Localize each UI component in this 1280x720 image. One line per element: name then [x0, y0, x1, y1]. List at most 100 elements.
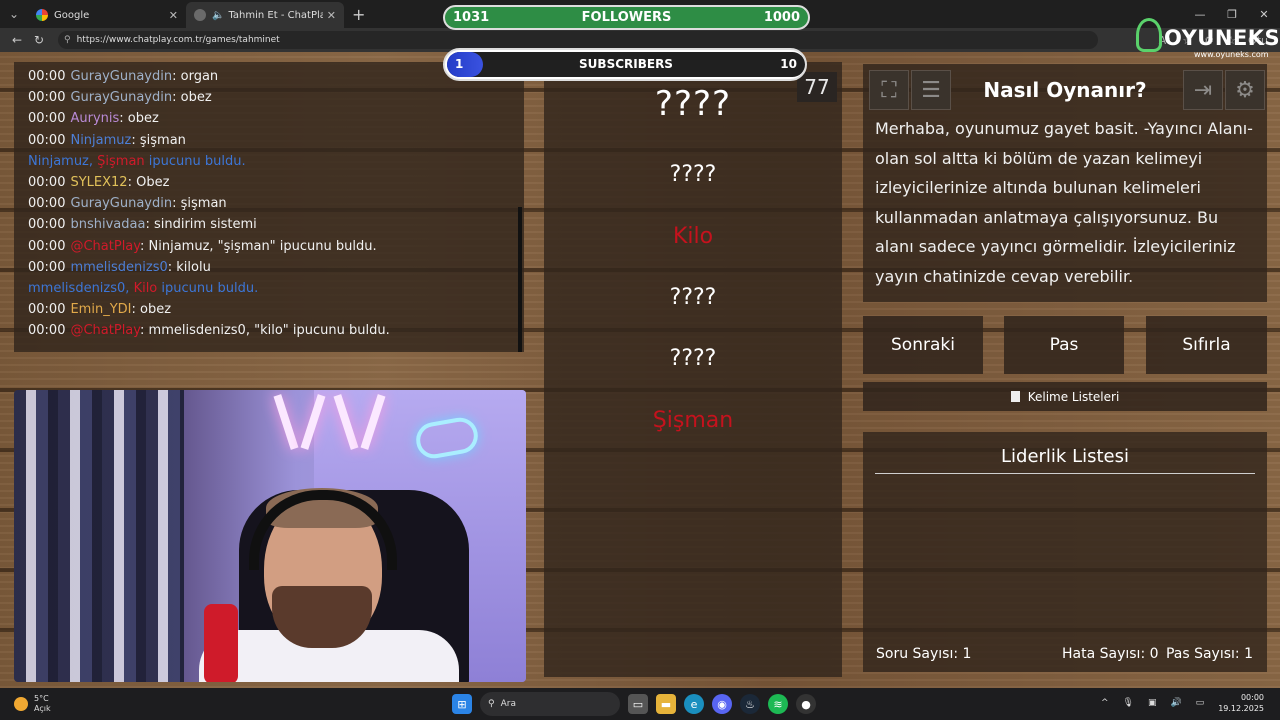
clock-date: 19.12.2025 — [1218, 704, 1264, 713]
url-field[interactable]: ⚲ https://www.chatplay.com.tr/games/tahm… — [58, 31, 1098, 49]
chat-username[interactable]: @ChatPlay — [70, 239, 140, 254]
chat-text: organ — [180, 69, 219, 84]
chat-separator: : — [140, 238, 149, 254]
discord-icon[interactable]: ◉ — [712, 694, 732, 714]
chat-separator: : — [172, 196, 181, 212]
word-lists-button[interactable]: Kelime Listeleri — [863, 382, 1267, 411]
chat-time: 00:00 — [28, 238, 66, 254]
chat-username[interactable]: @ChatPlay — [70, 323, 140, 338]
chat-message: 00:00 Aurynis: obez — [28, 108, 510, 129]
chat-time: 00:00 — [28, 196, 66, 212]
chat-time: 00:00 — [28, 217, 66, 233]
subscribers-label: SUBSCRIBERS — [579, 57, 673, 71]
system-text: mmelisdenizs0, — [28, 281, 134, 297]
speaker-icon[interactable]: 🔈 — [212, 10, 224, 21]
reset-button[interactable]: Sıfırla — [1146, 316, 1267, 374]
oyuneks-mascot-icon — [1136, 18, 1162, 52]
app-icon[interactable]: ● — [796, 694, 816, 714]
chat-time: 00:00 — [28, 302, 66, 318]
subscribers-goal: 10 — [780, 57, 797, 71]
tab-actions-icon[interactable]: ⌄ — [0, 0, 28, 28]
chat-message: 00:00 GurayGunaydin: şişman — [28, 193, 510, 214]
game-page: 00:00 GurayGunaydin: organ 00:00 GurayGunay… — [0, 52, 1280, 688]
chat-message: 00:00 GurayGunaydin: obez — [28, 87, 510, 108]
file-explorer-icon[interactable]: ▬ — [656, 694, 676, 714]
next-button[interactable]: Sonraki — [863, 316, 983, 374]
chat-scrollbar[interactable] — [518, 207, 522, 352]
followers-goal-bar: 1031 FOLLOWERS 1000 — [443, 5, 810, 30]
pass-count: Pas Sayısı: 1 — [1165, 646, 1253, 662]
tab-title: Tahmin Et - ChatPlay — [228, 9, 323, 21]
site-info-icon[interactable]: ⚲ — [64, 35, 71, 45]
leaderboard-title: Liderlik Listesi — [875, 446, 1255, 474]
system-clock[interactable]: 00:00 19.12.2025 — [1218, 692, 1264, 714]
chat-separator: : — [167, 259, 177, 275]
windows-start-icon[interactable]: ⊞ — [452, 694, 472, 714]
network-icon[interactable]: ▣ — [1148, 698, 1157, 708]
settings-gear-icon[interactable]: ⚙ — [1225, 70, 1265, 110]
chat-username[interactable]: Emin_YDI — [70, 302, 131, 317]
chat-message: 00:00 GurayGunaydin: organ — [28, 66, 510, 87]
search-placeholder: Ara — [500, 699, 516, 709]
pass-button[interactable]: Pas — [1004, 316, 1124, 374]
chat-separator: : — [140, 323, 149, 339]
taskbar-search[interactable]: ⚲ Ara — [480, 692, 620, 716]
weather-widget[interactable]: 5°C Açık — [0, 694, 51, 714]
chat-separator: : — [119, 111, 128, 127]
chat-username[interactable]: GurayGunaydin — [70, 90, 172, 105]
chat-text: şişman — [180, 196, 227, 212]
hint-word: Şişman — [652, 408, 734, 433]
how-to-play-title: Nasıl Oynanır? — [983, 78, 1147, 102]
followers-label: FOLLOWERS — [581, 10, 672, 25]
steam-icon[interactable]: ♨ — [740, 694, 760, 714]
tab-title: Google — [54, 9, 90, 21]
chat-time: 00:00 — [28, 132, 66, 148]
hint-word: ???? — [669, 162, 717, 187]
reload-icon[interactable]: ↻ — [28, 33, 50, 47]
tray-chevron-icon[interactable]: ^ — [1101, 698, 1109, 708]
tab-google[interactable]: Google ✕ — [28, 2, 186, 28]
webcam-feed — [14, 390, 526, 682]
microphone-icon[interactable]: 🎙 — [1123, 698, 1134, 708]
fullscreen-icon[interactable]: ⛶ — [869, 70, 909, 110]
close-icon[interactable]: ✕ — [169, 9, 178, 22]
chat-separator: : — [172, 69, 181, 84]
chat-text: sindirim sistemi — [153, 217, 257, 233]
chat-username[interactable]: GurayGunaydin — [70, 196, 172, 211]
chat-username[interactable]: GurayGunaydin — [70, 69, 172, 84]
task-view-icon[interactable]: ▭ — [628, 694, 648, 714]
logo-url: www.oyuneks.com — [1194, 50, 1269, 59]
spotify-icon[interactable]: ≋ — [768, 694, 788, 714]
clock-time: 00:00 — [1240, 693, 1264, 702]
edge-icon[interactable]: e — [684, 694, 704, 714]
chat-username[interactable]: bnshivadaa — [70, 217, 145, 232]
new-tab-button[interactable]: + — [352, 5, 365, 24]
back-icon[interactable]: ← — [6, 33, 28, 47]
chat-separator: : — [131, 132, 140, 148]
found-word: Kilo — [133, 281, 158, 297]
chat-message: 00:00 @ChatPlay: mmelisdenizs0, "kilo" ip… — [28, 320, 510, 341]
system-text: Ninjamuz, — [28, 153, 98, 169]
tab-chatplay[interactable]: 🔈 Tahmin Et - ChatPlay ✕ — [186, 2, 344, 28]
chat-separator: : — [131, 302, 140, 318]
hint-word: ???? — [669, 346, 717, 371]
error-count: Hata Sayısı: 0 — [1062, 646, 1159, 662]
weather-temp: 5°C — [34, 694, 49, 703]
close-icon[interactable]: ✕ — [327, 9, 336, 22]
cam-microphone — [204, 604, 238, 682]
subscribers-current: 1 — [455, 57, 464, 71]
chat-username[interactable]: Aurynis — [70, 111, 119, 126]
chat-username[interactable]: SYLEX12 — [70, 175, 127, 190]
chat-message: 00:00 Emin_YDI: obez — [28, 299, 510, 320]
chat-username[interactable]: mmelisdenizs0 — [70, 260, 167, 275]
chat-system-message: mmelisdenizs0, Kilo ipucunu buldu. — [28, 278, 510, 299]
battery-icon[interactable]: ▭ — [1196, 698, 1205, 708]
chat-username[interactable]: Ninjamuz — [70, 133, 131, 148]
volume-icon[interactable]: 🔊 — [1170, 698, 1181, 708]
chat-text: Obez — [136, 175, 170, 191]
chat-time: 00:00 — [28, 323, 66, 339]
chat-time: 00:00 — [28, 90, 66, 106]
chat-text: Ninjamuz, "şişman" ipucunu buldu. — [148, 238, 377, 254]
chat-text: obez — [140, 302, 172, 318]
exit-icon[interactable]: ⇥ — [1183, 70, 1223, 110]
